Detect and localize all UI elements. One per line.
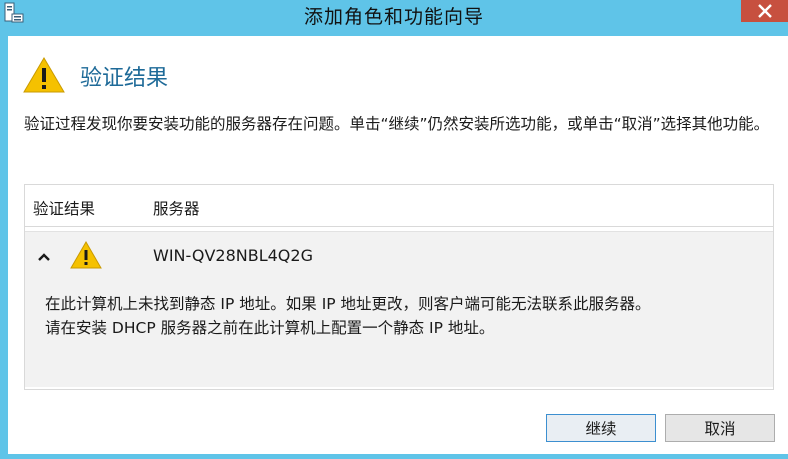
window-bottom-border	[0, 454, 788, 459]
cancel-button[interactable]: 取消	[665, 414, 775, 442]
window-title: 添加角色和功能向导	[303, 6, 484, 28]
close-icon	[758, 4, 772, 18]
page-heading: 验证结果	[80, 66, 169, 91]
wizard-window: 添加角色和功能向导 验证结果 验证过程发现你要安装功能的服务器存在问题。单击“继…	[0, 0, 788, 459]
server-name: WIN-QV28NBL4Q2G	[153, 246, 313, 265]
page-description: 验证过程发现你要安装功能的服务器存在问题。单击“继续”仍然安装所选功能，或单击“…	[24, 115, 770, 133]
close-button[interactable]	[741, 0, 788, 22]
validation-results-table: 验证结果 服务器 WIN-QV28NBL4Q2G 在此计算机上未找到静态 IP …	[24, 184, 774, 390]
validation-message-line: 请在安装 DHCP 服务器之前在此计算机上配置一个静态 IP 地址。	[45, 319, 495, 337]
title-bar[interactable]: 添加角色和功能向导	[0, 0, 788, 34]
validation-message: 在此计算机上未找到静态 IP 地址。如果 IP 地址更改，则客户端可能无法联系此…	[45, 292, 765, 340]
chevron-up-icon[interactable]	[37, 248, 51, 261]
warning-icon	[22, 56, 66, 94]
table-row[interactable]: WIN-QV28NBL4Q2G 在此计算机上未找到静态 IP 地址。如果 IP …	[25, 231, 773, 387]
continue-button[interactable]: 继续	[546, 414, 656, 442]
table-header: 验证结果 服务器	[25, 185, 773, 227]
column-header-result[interactable]: 验证结果	[33, 197, 95, 219]
validation-message-line: 在此计算机上未找到静态 IP 地址。如果 IP 地址更改，则客户端可能无法联系此…	[45, 295, 651, 313]
column-header-server[interactable]: 服务器	[153, 197, 200, 219]
wizard-content: 验证结果 验证过程发现你要安装功能的服务器存在问题。单击“继续”仍然安装所选功能…	[8, 36, 788, 454]
warning-icon	[69, 240, 103, 270]
